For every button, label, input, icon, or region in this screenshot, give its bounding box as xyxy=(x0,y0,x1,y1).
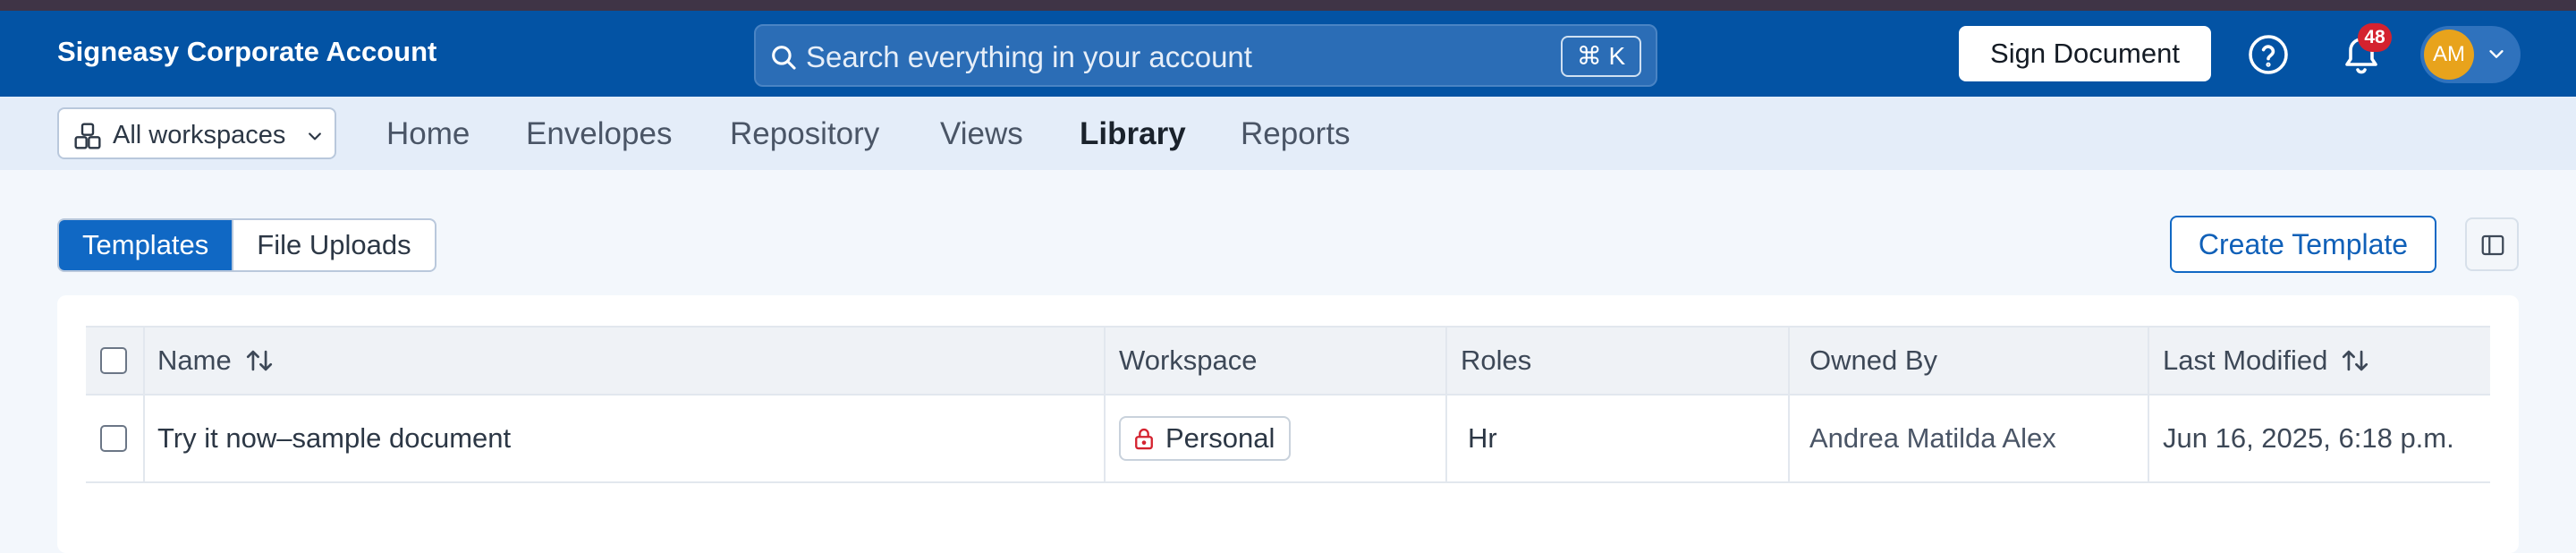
select-all-checkbox[interactable] xyxy=(100,347,127,374)
create-template-button[interactable]: Create Template xyxy=(2170,216,2436,273)
column-last-modified-label: Last Modified xyxy=(2163,345,2328,376)
search-icon xyxy=(772,46,796,70)
column-owned-by: Owned By xyxy=(1809,345,1938,376)
search-placeholder: Search everything in your account xyxy=(806,40,1252,73)
avatar: AM xyxy=(2424,30,2474,80)
workspace-pill: Personal xyxy=(1119,416,1292,461)
sort-icon[interactable] xyxy=(244,347,275,374)
nav-home[interactable]: Home xyxy=(386,116,470,152)
notification-badge: 48 xyxy=(2358,23,2392,52)
templates-card: Name Workspace Roles Owned By Last Modif… xyxy=(57,295,2519,553)
library-tabs: Templates File Uploads xyxy=(57,218,436,272)
search-shortcut-hint: ⌘ K xyxy=(1561,36,1641,77)
sidebar-panel-icon xyxy=(2481,234,2504,256)
column-name-label: Name xyxy=(157,345,232,376)
tab-templates[interactable]: Templates xyxy=(59,220,233,270)
nav-reports[interactable]: Reports xyxy=(1241,116,1351,152)
chevron-down-icon xyxy=(2489,50,2504,58)
last-modified-value: Jun 16, 2025, 6:18 p.m. xyxy=(2163,422,2454,454)
workspace-select[interactable]: All workspaces xyxy=(57,107,336,159)
workspaces-icon xyxy=(74,123,101,149)
workspace-select-label: All workspaces xyxy=(113,121,286,149)
template-name[interactable]: Try it now–sample document xyxy=(157,396,511,481)
table-header: Name Workspace Roles Owned By Last Modif… xyxy=(86,326,2490,396)
nav-views[interactable]: Views xyxy=(940,116,1023,152)
templates-table: Name Workspace Roles Owned By Last Modif… xyxy=(86,326,2490,483)
owner-value: Andrea Matilda Alex xyxy=(1809,422,2056,454)
window-top-strip xyxy=(0,0,2576,11)
account-name: Signeasy Corporate Account xyxy=(57,36,437,67)
roles-value: Hr xyxy=(1468,422,1497,454)
row-checkbox[interactable] xyxy=(100,425,127,452)
column-roles: Roles xyxy=(1461,345,1532,376)
table-row[interactable]: Try it now–sample document Personal Hr A… xyxy=(86,396,2490,483)
column-workspace: Workspace xyxy=(1119,345,1258,376)
top-bar: Signeasy Corporate Account Search everyt… xyxy=(0,11,2576,97)
column-name[interactable]: Name xyxy=(157,328,275,394)
profile-menu[interactable]: AM xyxy=(2420,26,2521,83)
sort-icon[interactable] xyxy=(2340,347,2370,374)
lock-icon xyxy=(1135,428,1153,450)
nav-library[interactable]: Library xyxy=(1080,116,1186,152)
panel-toggle-button[interactable] xyxy=(2465,217,2519,271)
workspace-label: Personal xyxy=(1165,422,1275,454)
nav-envelopes[interactable]: Envelopes xyxy=(526,116,672,152)
tab-file-uploads[interactable]: File Uploads xyxy=(232,220,434,270)
global-search[interactable]: Search everything in your account ⌘ K xyxy=(754,24,1657,87)
chevron-down-icon xyxy=(309,132,321,140)
column-last-modified[interactable]: Last Modified xyxy=(2163,328,2370,394)
sign-document-button[interactable]: Sign Document xyxy=(1959,26,2211,81)
help-icon[interactable] xyxy=(2247,33,2290,76)
secondary-nav: All workspaces Home Envelopes Repository… xyxy=(0,97,2576,170)
nav-repository[interactable]: Repository xyxy=(730,116,879,152)
